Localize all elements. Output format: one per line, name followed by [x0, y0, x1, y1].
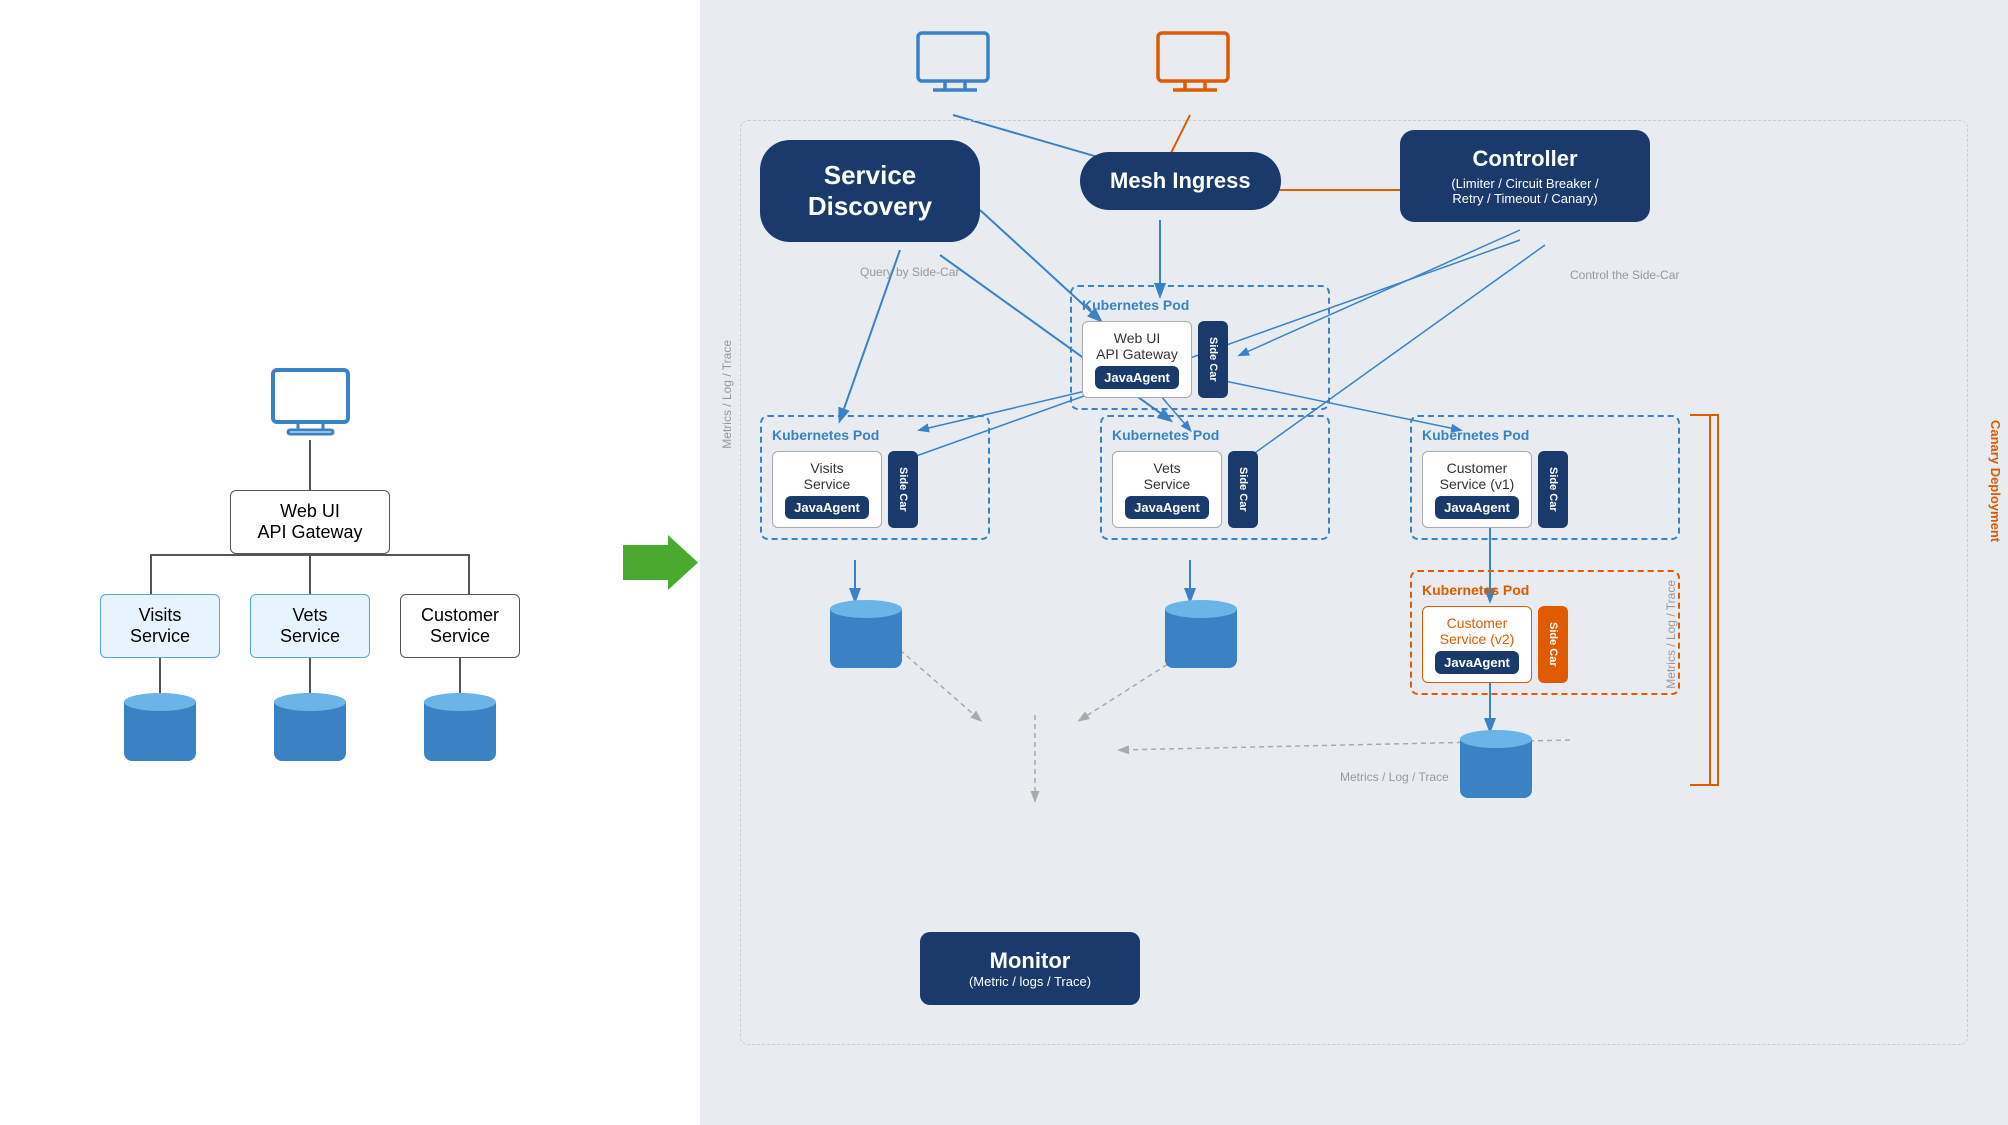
service-discovery-box: Service Discovery: [760, 140, 980, 242]
customer-service-box-left: CustomerService: [400, 594, 520, 658]
customer-v1-svc-name: CustomerService (v1): [1435, 460, 1519, 492]
vets-db: [274, 693, 346, 761]
k8s-pod-label-4: Kubernetes Pod: [1422, 427, 1668, 443]
vets-arrow: [309, 658, 311, 693]
left-tree: Web UIAPI Gateway VisitsService: [60, 365, 560, 761]
metrics-log-trace-left: Metrics / Log / Trace: [720, 340, 734, 449]
pod-inner-customer-v2: CustomerService (v2) JavaAgent Side Car: [1422, 606, 1668, 683]
pod-inner-customer-v1: CustomerService (v1) JavaAgent Side Car: [1422, 451, 1668, 528]
vets-db-right: [1165, 600, 1237, 668]
visits-arrow: [159, 658, 161, 693]
webui-service-box: Web UIAPI Gateway JavaAgent: [1082, 321, 1192, 398]
monitor-label: Monitor: [990, 948, 1071, 973]
customer-v2-service-box: CustomerService (v2) JavaAgent: [1422, 606, 1532, 683]
query-sidecar-label: Query by Side-Car: [860, 265, 959, 279]
pod-inner-visits: VisitsService JavaAgent Side Car: [772, 451, 978, 528]
customer-v2-sidecar: Side Car: [1538, 606, 1568, 683]
webui-svc-name: Web UIAPI Gateway: [1095, 330, 1179, 362]
customer-db: [424, 693, 496, 761]
webui-sidecar: Side Car: [1198, 321, 1228, 398]
visits-sidecar: Side Car: [888, 451, 918, 528]
visits-svc-name: VisitsService: [785, 460, 869, 492]
green-arrow-container: [620, 535, 700, 590]
visits-db: [124, 693, 196, 761]
customer-v1-javaagent: JavaAgent: [1435, 496, 1519, 519]
v-line-top: [309, 440, 311, 490]
canary-deployment-label: Canary Deployment: [1988, 420, 2003, 542]
controller-box: Controller (Limiter / Circuit Breaker / …: [1400, 130, 1650, 222]
webui-javaagent: JavaAgent: [1095, 366, 1179, 389]
orange-monitor-icon: [1155, 30, 1235, 100]
visits-db-right: [830, 600, 902, 668]
customer-v2-svc-name: CustomerService (v2): [1435, 615, 1519, 647]
visits-javaagent: JavaAgent: [785, 496, 869, 519]
vets-javaagent: JavaAgent: [1125, 496, 1209, 519]
pod-inner-webui: Web UIAPI Gateway JavaAgent Side Car: [1082, 321, 1318, 398]
monitor-sub: (Metric / logs / Trace): [950, 974, 1110, 989]
k8s-pod-label-1: Kubernetes Pod: [1082, 297, 1318, 313]
customer-arrow: [459, 658, 461, 693]
right-diagram-area: Service Discovery Mesh Ingress Controlle…: [700, 0, 2008, 1125]
mesh-ingress-box: Mesh Ingress: [1080, 152, 1281, 210]
k8s-pod-customer-v2: Kubernetes Pod CustomerService (v2) Java…: [1410, 570, 1680, 695]
right-panel: Service Discovery Mesh Ingress Controlle…: [700, 0, 2008, 1125]
api-gateway-box: Web UIAPI Gateway: [230, 490, 390, 554]
monitor-icon-left: [268, 365, 353, 440]
branch-area: [100, 554, 520, 594]
metrics-log-trace-bottom: Metrics / Log / Trace: [1340, 770, 1449, 784]
vets-svc-name: VetsService: [1125, 460, 1209, 492]
k8s-pod-label-5: Kubernetes Pod: [1422, 582, 1668, 598]
pod-inner-vets: VetsService JavaAgent Side Car: [1112, 451, 1318, 528]
visits-col: VisitsService: [100, 594, 220, 761]
customer-v1-sidecar: Side Car: [1538, 451, 1568, 528]
k8s-pod-customer-v1: Kubernetes Pod CustomerService (v1) Java…: [1410, 415, 1680, 540]
customer-v1-service-box: CustomerService (v1) JavaAgent: [1422, 451, 1532, 528]
k8s-pod-label-3: Kubernetes Pod: [1112, 427, 1318, 443]
main-container: Web UIAPI Gateway VisitsService: [0, 0, 2008, 1125]
customer-db-right: [1460, 730, 1532, 798]
left-panel: Web UIAPI Gateway VisitsService: [0, 0, 620, 1125]
controller-sub: (Limiter / Circuit Breaker / Retry / Tim…: [1420, 176, 1630, 206]
vets-col: VetsService: [250, 594, 370, 761]
vets-sidecar: Side Car: [1228, 451, 1258, 528]
control-sidecar-label: Control the Side-Car: [1570, 268, 1679, 282]
k8s-pod-label-2: Kubernetes Pod: [772, 427, 978, 443]
k8s-pod-webui: Kubernetes Pod Web UIAPI Gateway JavaAge…: [1070, 285, 1330, 410]
green-arrow-icon: [623, 535, 698, 590]
visits-service-box-left: VisitsService: [100, 594, 220, 658]
vets-service-box-left: VetsService: [250, 594, 370, 658]
customer-v2-javaagent: JavaAgent: [1435, 651, 1519, 674]
k8s-pod-visits: Kubernetes Pod VisitsService JavaAgent S…: [760, 415, 990, 540]
services-row: VisitsService VetsService: [100, 594, 520, 761]
customer-col: CustomerService: [400, 594, 520, 761]
visits-service-box: VisitsService JavaAgent: [772, 451, 882, 528]
outer-border: [740, 120, 1968, 1045]
k8s-pod-vets: Kubernetes Pod VetsService JavaAgent Sid…: [1100, 415, 1330, 540]
blue-monitor-icon: [915, 30, 995, 100]
vets-service-box: VetsService JavaAgent: [1112, 451, 1222, 528]
monitor-box: Monitor (Metric / logs / Trace): [920, 932, 1140, 1005]
